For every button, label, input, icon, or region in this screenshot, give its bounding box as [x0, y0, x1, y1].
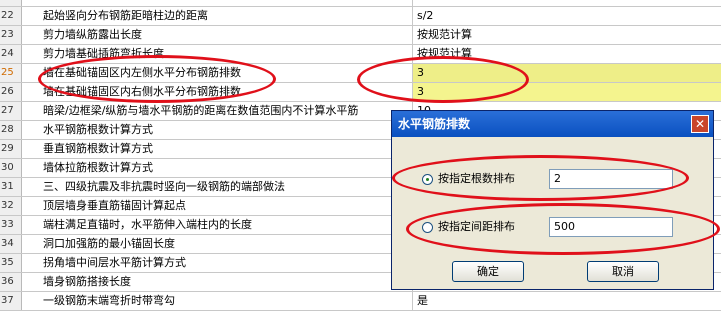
annotation-ellipse	[392, 155, 689, 201]
table-row[interactable]: 37 一级钢筋末端弯折时带弯勾是	[0, 292, 721, 311]
param-name: 拐角墙中间层水平筋计算方式	[22, 254, 413, 272]
row-number: 27	[0, 102, 22, 120]
row-number: 28	[0, 121, 22, 139]
cancel-button[interactable]: 取消	[587, 261, 659, 282]
param-name	[22, 0, 413, 6]
row-number: 30	[0, 159, 22, 177]
row-number: 26	[0, 83, 22, 101]
annotation-ellipse	[406, 203, 720, 255]
row-number: 35	[0, 254, 22, 272]
annotation-ellipse	[38, 55, 276, 103]
param-value[interactable]: 按规范计算	[413, 26, 721, 44]
row-number: 33	[0, 216, 22, 234]
row-number: 31	[0, 178, 22, 196]
param-name: 垂直钢筋根数计算方式	[22, 140, 413, 158]
param-name: 墙体拉筋根数计算方式	[22, 159, 413, 177]
param-name: 一级钢筋末端弯折时带弯勾	[22, 292, 413, 310]
row-number: 34	[0, 235, 22, 253]
table-row[interactable]	[0, 0, 721, 7]
param-name: 水平钢筋根数计算方式	[22, 121, 413, 139]
param-value[interactable]: s/2	[413, 7, 721, 25]
param-value[interactable]: 是	[413, 292, 721, 310]
row-number: 32	[0, 197, 22, 215]
row-number: 29	[0, 140, 22, 158]
param-name: 端柱满足直锚时，水平筋伸入端柱内的长度	[22, 216, 413, 234]
row-number	[0, 0, 22, 6]
row-number: 25	[0, 64, 22, 82]
row-number: 23	[0, 26, 22, 44]
dialog-title: 水平钢筋排数	[398, 117, 471, 131]
row-number: 36	[0, 273, 22, 291]
param-name: 顶层墙身垂直筋锚固计算起点	[22, 197, 413, 215]
param-name: 暗梁/边框梁/纵筋与墙水平钢筋的距离在数值范围内不计算水平筋	[22, 102, 413, 120]
param-name: 起始竖向分布钢筋距暗柱边的距离	[22, 7, 413, 25]
table-row[interactable]: 22 起始竖向分布钢筋距暗柱边的距离 s/2	[0, 7, 721, 26]
param-value[interactable]	[413, 0, 721, 6]
param-name: 剪力墙纵筋露出长度	[22, 26, 413, 44]
annotation-ellipse	[357, 56, 529, 103]
table-row[interactable]: 23 剪力墙纵筋露出长度 按规范计算	[0, 26, 721, 45]
param-name: 三、四级抗震及非抗震时竖向一级钢筋的端部做法	[22, 178, 413, 196]
param-name: 洞口加强筋的最小锚固长度	[22, 235, 413, 253]
dialog-titlebar[interactable]: 水平钢筋排数 ✕	[392, 111, 713, 137]
param-name: 墙身钢筋搭接长度	[22, 273, 413, 291]
ok-button[interactable]: 确定	[452, 261, 524, 282]
close-icon[interactable]: ✕	[691, 115, 709, 133]
row-number: 24	[0, 45, 22, 63]
row-number: 22	[0, 7, 22, 25]
row-number: 37	[0, 292, 22, 310]
